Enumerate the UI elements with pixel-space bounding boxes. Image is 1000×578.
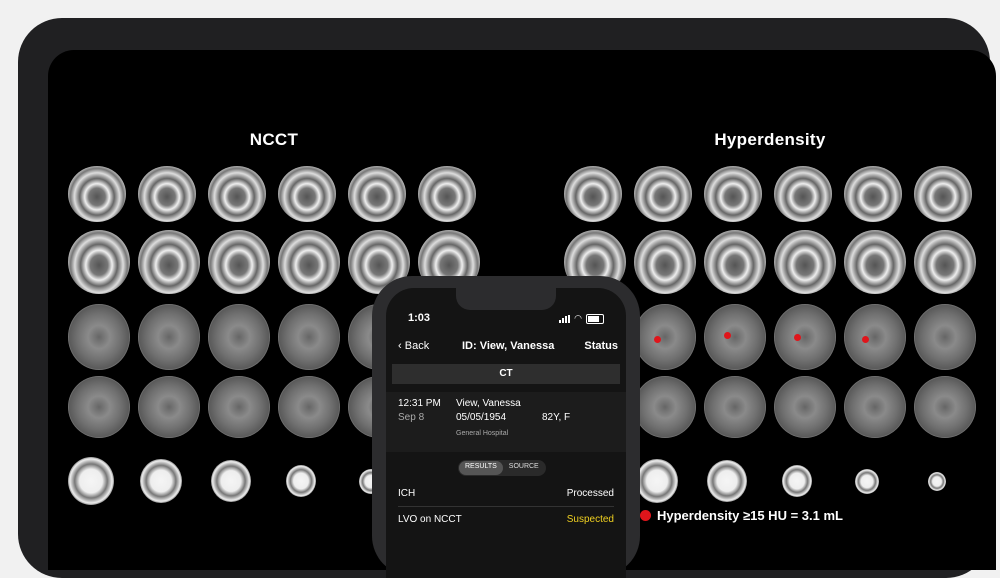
hyperdensity-slice xyxy=(928,471,946,491)
tab-source[interactable]: SOURCE xyxy=(503,461,545,475)
result-value: Processed xyxy=(566,488,614,499)
study-card[interactable]: 12:31 PM Sep 8 View, Vanessa 05/05/1954 … xyxy=(386,392,626,452)
divider xyxy=(398,506,614,507)
phone-notch xyxy=(456,288,556,310)
ncct-slice xyxy=(208,304,270,370)
hyperdensity-slice xyxy=(844,304,906,370)
study-time: 12:31 PM xyxy=(398,398,441,409)
hospital-name: General Hospital xyxy=(456,430,509,437)
result-label: ICH xyxy=(398,488,416,499)
study-date: Sep 8 xyxy=(398,412,425,423)
hyperdensity-marker xyxy=(862,336,869,343)
ncct-slice xyxy=(208,166,266,222)
ncct-slice xyxy=(68,376,130,438)
result-label: LVO on NCCT xyxy=(398,514,462,525)
tab-results[interactable]: RESULTS xyxy=(459,461,503,475)
hyperdensity-slice xyxy=(707,460,747,502)
hyperdensity-slice xyxy=(774,376,836,438)
signal-icon xyxy=(559,314,571,323)
ncct-slice xyxy=(138,166,196,222)
hyperdensity-slice xyxy=(914,304,976,370)
hyperdensity-slice xyxy=(774,304,836,370)
hyperdensity-marker xyxy=(724,332,731,339)
patient-id-title: ID: View, Vanessa xyxy=(462,340,555,352)
ncct-slice xyxy=(211,460,251,502)
hyperdensity-slice xyxy=(704,230,766,294)
hyperdensity-slice xyxy=(782,465,812,497)
status-icons: ◠ xyxy=(559,313,604,324)
status-time: 1:03 xyxy=(408,312,431,324)
hyperdensity-slice xyxy=(844,230,906,294)
ncct-slice xyxy=(278,230,340,294)
ncct-slice xyxy=(68,304,130,370)
ct-section-header: CT xyxy=(392,364,620,384)
ncct-slice xyxy=(138,304,200,370)
ncct-slice xyxy=(208,230,270,294)
hyperdensity-slice xyxy=(704,166,762,222)
hyperdensity-slice xyxy=(844,166,902,222)
hyperdensity-marker xyxy=(794,334,801,341)
legend-text: Hyperdensity ≥15 HU = 3.1 mL xyxy=(657,508,843,523)
hyperdensity-slice xyxy=(914,376,976,438)
hyperdensity-slice xyxy=(634,166,692,222)
ncct-slice xyxy=(278,304,340,370)
ncct-slice xyxy=(68,457,114,505)
ncct-slice xyxy=(278,166,336,222)
wifi-icon: ◠ xyxy=(574,313,582,323)
status-button[interactable]: Status xyxy=(584,340,618,352)
phone-frame: 1:03 ◠ ‹ Back ID: View, Vanessa Status C… xyxy=(372,276,640,578)
ncct-slice xyxy=(278,376,340,438)
hyperdensity-slice xyxy=(636,459,678,503)
ncct-slice xyxy=(68,166,126,222)
hyperdensity-legend: Hyperdensity ≥15 HU = 3.1 mL xyxy=(640,508,843,523)
ncct-slice xyxy=(140,459,182,503)
hyperdensity-slice xyxy=(855,468,879,494)
hyperdensity-marker xyxy=(654,336,661,343)
ncct-slice xyxy=(68,230,130,294)
ncct-slice xyxy=(138,376,200,438)
results-source-toggle[interactable]: RESULTS SOURCE xyxy=(458,460,546,476)
patient-name: View, Vanessa xyxy=(456,398,521,409)
phone-screen: 1:03 ◠ ‹ Back ID: View, Vanessa Status C… xyxy=(386,288,626,578)
hyperdensity-slice xyxy=(564,166,622,222)
patient-age-sex: 82Y, F xyxy=(542,412,571,423)
hyperdensity-slice xyxy=(914,230,976,294)
back-button[interactable]: ‹ Back xyxy=(398,340,429,352)
phone-nav-bar: ‹ Back ID: View, Vanessa Status xyxy=(386,340,626,358)
ncct-slice xyxy=(208,376,270,438)
patient-dob: 05/05/1954 xyxy=(456,412,507,423)
hyperdensity-slice xyxy=(704,376,766,438)
ncct-slice xyxy=(286,465,316,497)
ncct-slice xyxy=(418,166,476,222)
ncct-slice xyxy=(138,230,200,294)
back-label: Back xyxy=(404,340,430,352)
hyperdensity-slice xyxy=(774,166,832,222)
hyperdensity-slice xyxy=(774,230,836,294)
hyperdensity-panel-title: Hyperdensity xyxy=(714,130,826,149)
hyperdensity-slice xyxy=(844,376,906,438)
ncct-slice xyxy=(348,166,406,222)
hyperdensity-slice xyxy=(704,304,766,370)
hyperdensity-slice xyxy=(914,166,972,222)
legend-dot-icon xyxy=(640,510,651,521)
hyperdensity-slice xyxy=(634,304,696,370)
result-value: Suspected xyxy=(566,514,614,525)
hyperdensity-slice xyxy=(634,230,696,294)
ncct-panel-title: NCCT xyxy=(249,130,299,149)
battery-icon xyxy=(586,313,604,324)
hyperdensity-slice xyxy=(634,376,696,438)
